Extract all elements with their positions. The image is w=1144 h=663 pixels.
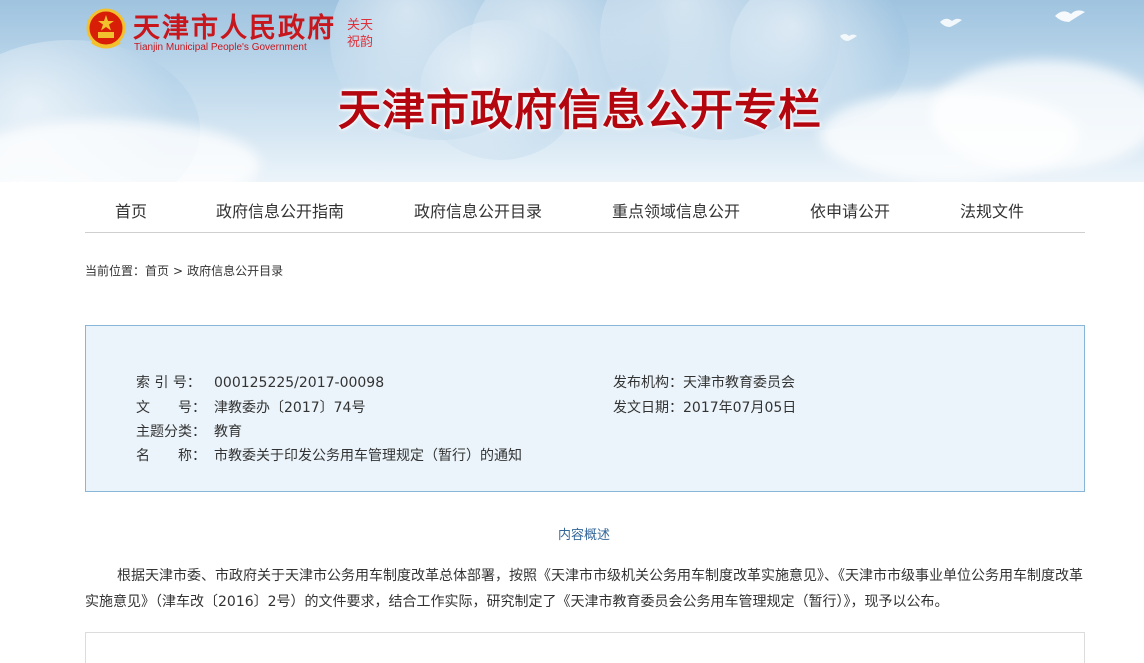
seal-icon: 关天 祝韵 (347, 18, 373, 50)
topic-row: 主题分类： 教育 (136, 421, 242, 441)
breadcrumb-prefix: 当前位置： (85, 264, 146, 278)
docno-value: 津教委办〔2017〕74号 (214, 400, 366, 416)
svg-text:关天: 关天 (347, 18, 373, 33)
document-info-box: 索 引 号： 000125225/2017-00098 文号： 津教委办〔2017〕… (85, 325, 1085, 492)
name-value: 市教委关于印发公务用车管理规定（暂行）的通知 (214, 448, 522, 464)
date-value: 2017年07月05日 (683, 400, 797, 416)
breadcrumb: 当前位置：首页 > 政府信息公开目录 (85, 262, 287, 279)
main-nav: 首页 政府信息公开指南 政府信息公开目录 重点领域信息公开 依申请公开 法规文件 (85, 182, 1085, 233)
index-row: 索 引 号： 000125225/2017-00098 (136, 372, 384, 392)
summary-heading: 内容概述 (557, 528, 610, 543)
publisher-value: 天津市教育委员会 (683, 375, 795, 391)
nav-item-by-request[interactable]: 依申请公开 (810, 198, 890, 222)
page: 天津市人民政府 Tianjin Municipal People's Gover… (0, 0, 1144, 663)
topic-value: 教育 (214, 424, 242, 440)
publisher-row: 发布机构：天津市教育委员会 (613, 372, 795, 392)
header-banner: 天津市人民政府 Tianjin Municipal People's Gover… (0, 0, 1144, 182)
name-row: 名称： 市教委关于印发公务用车管理规定（暂行）的通知 (136, 445, 522, 465)
svg-text:祝韵: 祝韵 (347, 35, 373, 50)
national-emblem-icon (86, 8, 126, 49)
nav-item-regulations[interactable]: 法规文件 (960, 198, 1024, 222)
logo-subtitle: Tianjin Municipal People's Government (134, 42, 307, 53)
nav-item-home[interactable]: 首页 (115, 198, 147, 222)
index-value: 000125225/2017-00098 (214, 375, 385, 391)
docno-label: 文号： (136, 400, 206, 416)
index-label: 索 引 号： (136, 375, 201, 391)
date-label: 发文日期： (613, 400, 683, 416)
name-label: 名称： (136, 448, 206, 464)
breadcrumb-current[interactable]: 政府信息公开目录 (187, 264, 283, 278)
date-row: 发文日期：2017年07月05日 (613, 397, 796, 417)
page-title: 天津市政府信息公开专栏 (338, 86, 822, 136)
nav-item-catalog[interactable]: 政府信息公开目录 (414, 198, 542, 222)
breadcrumb-separator: > (173, 264, 184, 278)
docno-row: 文号： 津教委办〔2017〕74号 (136, 397, 365, 417)
topic-label: 主题分类： (136, 424, 206, 440)
nav-item-key-areas[interactable]: 重点领域信息公开 (612, 198, 740, 222)
logo-title: 天津市人民政府 (133, 13, 336, 44)
summary-text: 根据天津市委、市政府关于天津市公务用车制度改革总体部署，按照《天津市市级机关公务… (85, 568, 1083, 610)
document-content-box (85, 632, 1085, 663)
doves-decoration-icon (840, 10, 1085, 41)
breadcrumb-home[interactable]: 首页 (145, 264, 169, 278)
publisher-label: 发布机构： (613, 375, 683, 391)
nav-item-guide[interactable]: 政府信息公开指南 (216, 198, 344, 222)
